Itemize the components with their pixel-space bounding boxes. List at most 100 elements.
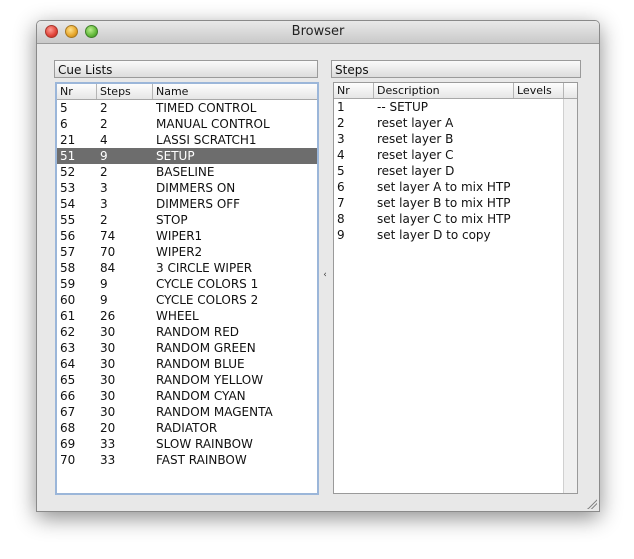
column-header-nr[interactable]: Nr: [57, 84, 97, 99]
cue-list-nr-cell: 65: [60, 373, 76, 387]
collapse-arrow-icon[interactable]: ‹: [321, 270, 329, 280]
step-description-cell: reset layer D: [377, 164, 455, 178]
column-header-name[interactable]: Name: [153, 84, 317, 99]
step-description-cell: reset layer A: [377, 116, 454, 130]
cue-lists-header: Cue Lists: [54, 60, 318, 78]
cue-list-steps-cell: 9: [100, 293, 108, 307]
cue-list-row[interactable]: 59 9 CYCLE COLORS 1: [57, 276, 317, 292]
cue-list-steps-cell: 30: [100, 341, 116, 355]
column-header-steps[interactable]: Steps: [97, 84, 153, 99]
cue-list-row[interactable]: 55 2 STOP: [57, 212, 317, 228]
step-description-cell: set layer A to mix HTP: [377, 180, 511, 194]
cue-list-row[interactable]: 5 2 TIMED CONTROL: [57, 100, 317, 116]
cue-list-nr-cell: 68: [60, 421, 76, 435]
cue-list-steps-cell: 30: [100, 389, 116, 403]
cue-list-row[interactable]: 61 26 WHEEL: [57, 308, 317, 324]
cue-list-row[interactable]: 69 33 SLOW RAINBOW: [57, 436, 317, 452]
step-row[interactable]: 3 reset layer B: [334, 131, 563, 147]
step-nr-cell: 3: [337, 132, 345, 146]
cue-list-row[interactable]: 54 3 DIMMERS OFF: [57, 196, 317, 212]
cue-list-steps-cell: 20: [100, 421, 116, 435]
step-description-cell: reset layer C: [377, 148, 454, 162]
cue-list-name-cell: MANUAL CONTROL: [156, 117, 270, 131]
steps-scrollbar[interactable]: [563, 99, 577, 493]
cue-list-row[interactable]: 66 30 RANDOM CYAN: [57, 388, 317, 404]
cue-list-steps-cell: 2: [100, 117, 108, 131]
step-description-cell: -- SETUP: [377, 100, 429, 114]
step-nr-cell: 4: [337, 148, 345, 162]
cue-list-steps-cell: 2: [100, 101, 108, 115]
cue-list-name-cell: FAST RAINBOW: [156, 453, 247, 467]
cue-list-nr-cell: 51: [60, 149, 76, 163]
step-row[interactable]: 2 reset layer A: [334, 115, 563, 131]
cue-list-nr-cell: 66: [60, 389, 76, 403]
cue-list-nr-cell: 56: [60, 229, 76, 243]
step-nr-cell: 1: [337, 100, 345, 114]
cue-list-row[interactable]: 21 4 LASSI SCRATCH1: [57, 132, 317, 148]
cue-list-row[interactable]: 58 84 3 CIRCLE WIPER: [57, 260, 317, 276]
cue-list-name-cell: RANDOM BLUE: [156, 357, 245, 371]
cue-list-nr-cell: 57: [60, 245, 76, 259]
column-header-levels[interactable]: Levels: [514, 83, 564, 98]
cue-list-nr-cell: 64: [60, 357, 76, 371]
column-header-description[interactable]: Description: [374, 83, 514, 98]
cue-list-nr-cell: 52: [60, 165, 76, 179]
cue-list-nr-cell: 61: [60, 309, 76, 323]
steps-table-header: Nr Description Levels: [334, 83, 577, 99]
cue-list-row[interactable]: 60 9 CYCLE COLORS 2: [57, 292, 317, 308]
cue-lists-table[interactable]: Nr Steps Name 5 2 TIMED CONTROL 6 2 MANUAL CO…: [55, 82, 319, 495]
step-row[interactable]: 5 reset layer D: [334, 163, 563, 179]
step-description-cell: set layer D to copy: [377, 228, 491, 242]
cue-list-steps-cell: 3: [100, 181, 108, 195]
cue-list-row[interactable]: 62 30 RANDOM RED: [57, 324, 317, 340]
cue-list-row[interactable]: 53 3 DIMMERS ON: [57, 180, 317, 196]
cue-list-steps-cell: 30: [100, 357, 116, 371]
cue-list-row[interactable]: 56 74 WIPER1: [57, 228, 317, 244]
cue-list-nr-cell: 54: [60, 197, 76, 211]
cue-list-name-cell: RANDOM GREEN: [156, 341, 256, 355]
cue-list-name-cell: RANDOM CYAN: [156, 389, 246, 403]
title-bar[interactable]: Browser: [37, 21, 599, 44]
cue-list-row[interactable]: 57 70 WIPER2: [57, 244, 317, 260]
column-header-nr[interactable]: Nr: [334, 83, 374, 98]
cue-list-nr-cell: 55: [60, 213, 76, 227]
split-pane-divider[interactable]: ‹: [321, 61, 329, 493]
cue-list-steps-cell: 2: [100, 213, 108, 227]
cue-list-steps-cell: 2: [100, 165, 108, 179]
cue-list-row[interactable]: 68 20 RADIATOR: [57, 420, 317, 436]
cue-list-steps-cell: 9: [100, 149, 108, 163]
step-description-cell: reset layer B: [377, 132, 454, 146]
step-row[interactable]: 7 set layer B to mix HTP: [334, 195, 563, 211]
cue-list-name-cell: CYCLE COLORS 2: [156, 293, 259, 307]
cue-list-row[interactable]: 51 9 SETUP: [57, 148, 317, 164]
step-row[interactable]: 8 set layer C to mix HTP: [334, 211, 563, 227]
cue-list-nr-cell: 5: [60, 101, 68, 115]
cue-list-row[interactable]: 70 33 FAST RAINBOW: [57, 452, 317, 468]
step-row[interactable]: 1 -- SETUP: [334, 99, 563, 115]
cue-list-name-cell: BASELINE: [156, 165, 215, 179]
cue-list-name-cell: LASSI SCRATCH1: [156, 133, 257, 147]
cue-list-row[interactable]: 65 30 RANDOM YELLOW: [57, 372, 317, 388]
cue-list-steps-cell: 74: [100, 229, 116, 243]
cue-list-row[interactable]: 64 30 RANDOM BLUE: [57, 356, 317, 372]
cue-list-name-cell: TIMED CONTROL: [156, 101, 257, 115]
cue-list-nr-cell: 6: [60, 117, 68, 131]
steps-header: Steps: [331, 60, 581, 78]
cue-list-name-cell: DIMMERS OFF: [156, 197, 241, 211]
cue-list-row[interactable]: 52 2 BASELINE: [57, 164, 317, 180]
cue-list-name-cell: STOP: [156, 213, 188, 227]
cue-list-row[interactable]: 6 2 MANUAL CONTROL: [57, 116, 317, 132]
cue-list-name-cell: WIPER2: [156, 245, 203, 259]
step-row[interactable]: 9 set layer D to copy: [334, 227, 563, 243]
cue-list-name-cell: WIPER1: [156, 229, 203, 243]
cue-list-row[interactable]: 67 30 RANDOM MAGENTA: [57, 404, 317, 420]
cue-list-row[interactable]: 63 30 RANDOM GREEN: [57, 340, 317, 356]
cue-list-nr-cell: 67: [60, 405, 76, 419]
cue-list-name-cell: 3 CIRCLE WIPER: [156, 261, 253, 275]
step-row[interactable]: 4 reset layer C: [334, 147, 563, 163]
step-description-cell: set layer B to mix HTP: [377, 196, 511, 210]
resize-grip-icon[interactable]: [587, 499, 597, 509]
step-row[interactable]: 6 set layer A to mix HTP: [334, 179, 563, 195]
cue-list-nr-cell: 53: [60, 181, 76, 195]
steps-table[interactable]: Nr Description Levels 1 -- SETUP 2 reset la…: [333, 82, 578, 494]
